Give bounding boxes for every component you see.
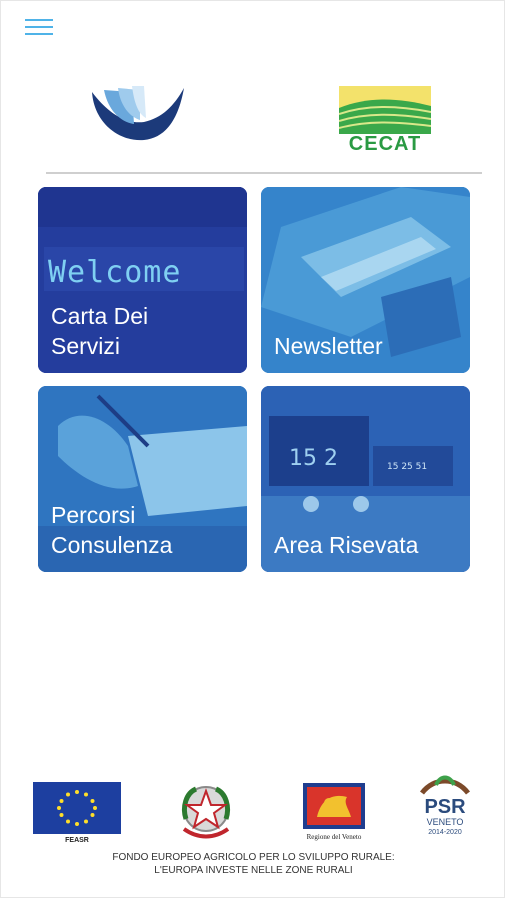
wing-logo-icon bbox=[88, 82, 188, 148]
tile-percorsi-consulenza[interactable]: Percorsi Consulenza bbox=[38, 386, 247, 572]
veneto-caption: Regione del Veneto bbox=[306, 833, 362, 841]
clock-display-text: 15 2 bbox=[289, 446, 338, 471]
psr-title: PSR bbox=[424, 796, 466, 818]
psr-years: 2014-2020 bbox=[428, 829, 462, 836]
hamburger-menu-icon[interactable] bbox=[24, 16, 54, 38]
eu-flag-icon bbox=[33, 782, 121, 834]
eu-caption: FEASR bbox=[65, 837, 89, 844]
psr-leaf-icon bbox=[420, 775, 470, 795]
welcome-overlay-text: Welcome bbox=[48, 255, 182, 290]
footer-logos: FEASR Regione del Veneto PSR VENETO 2014… bbox=[0, 765, 507, 845]
tile-label: Area Risevata bbox=[274, 532, 419, 558]
psr-subtitle: VENETO bbox=[426, 817, 464, 827]
tile-area-risevata[interactable]: 15 2 15 25 51 Area Risevata bbox=[261, 386, 470, 572]
cecat-logo: CECAT bbox=[337, 84, 433, 156]
tile-label: Carta Dei Servizi bbox=[51, 303, 149, 359]
footer-text: FONDO EUROPEO AGRICOLO PER LO SVILUPPO R… bbox=[0, 851, 507, 877]
footer-text-line2: L'EUROPA INVESTE NELLE ZONE RURALI bbox=[154, 865, 353, 876]
header-divider bbox=[46, 172, 482, 174]
psr-veneto-logo: PSR VENETO 2014-2020 bbox=[414, 773, 476, 843]
tile-carta-dei-servizi[interactable]: Welcome Carta Dei Servizi bbox=[38, 187, 247, 373]
regione-veneto-logo-icon bbox=[303, 783, 365, 829]
italian-emblem-icon bbox=[181, 786, 231, 839]
tile-label: Newsletter bbox=[274, 333, 383, 359]
tile-newsletter[interactable]: Newsletter bbox=[261, 187, 470, 373]
cecat-logo-text: CECAT bbox=[348, 133, 422, 155]
tile-label: Percorsi Consulenza bbox=[51, 502, 173, 558]
footer-text-line1: FONDO EUROPEO AGRICOLO PER LO SVILUPPO R… bbox=[112, 852, 395, 863]
screen-display-text: 15 25 51 bbox=[387, 462, 428, 472]
